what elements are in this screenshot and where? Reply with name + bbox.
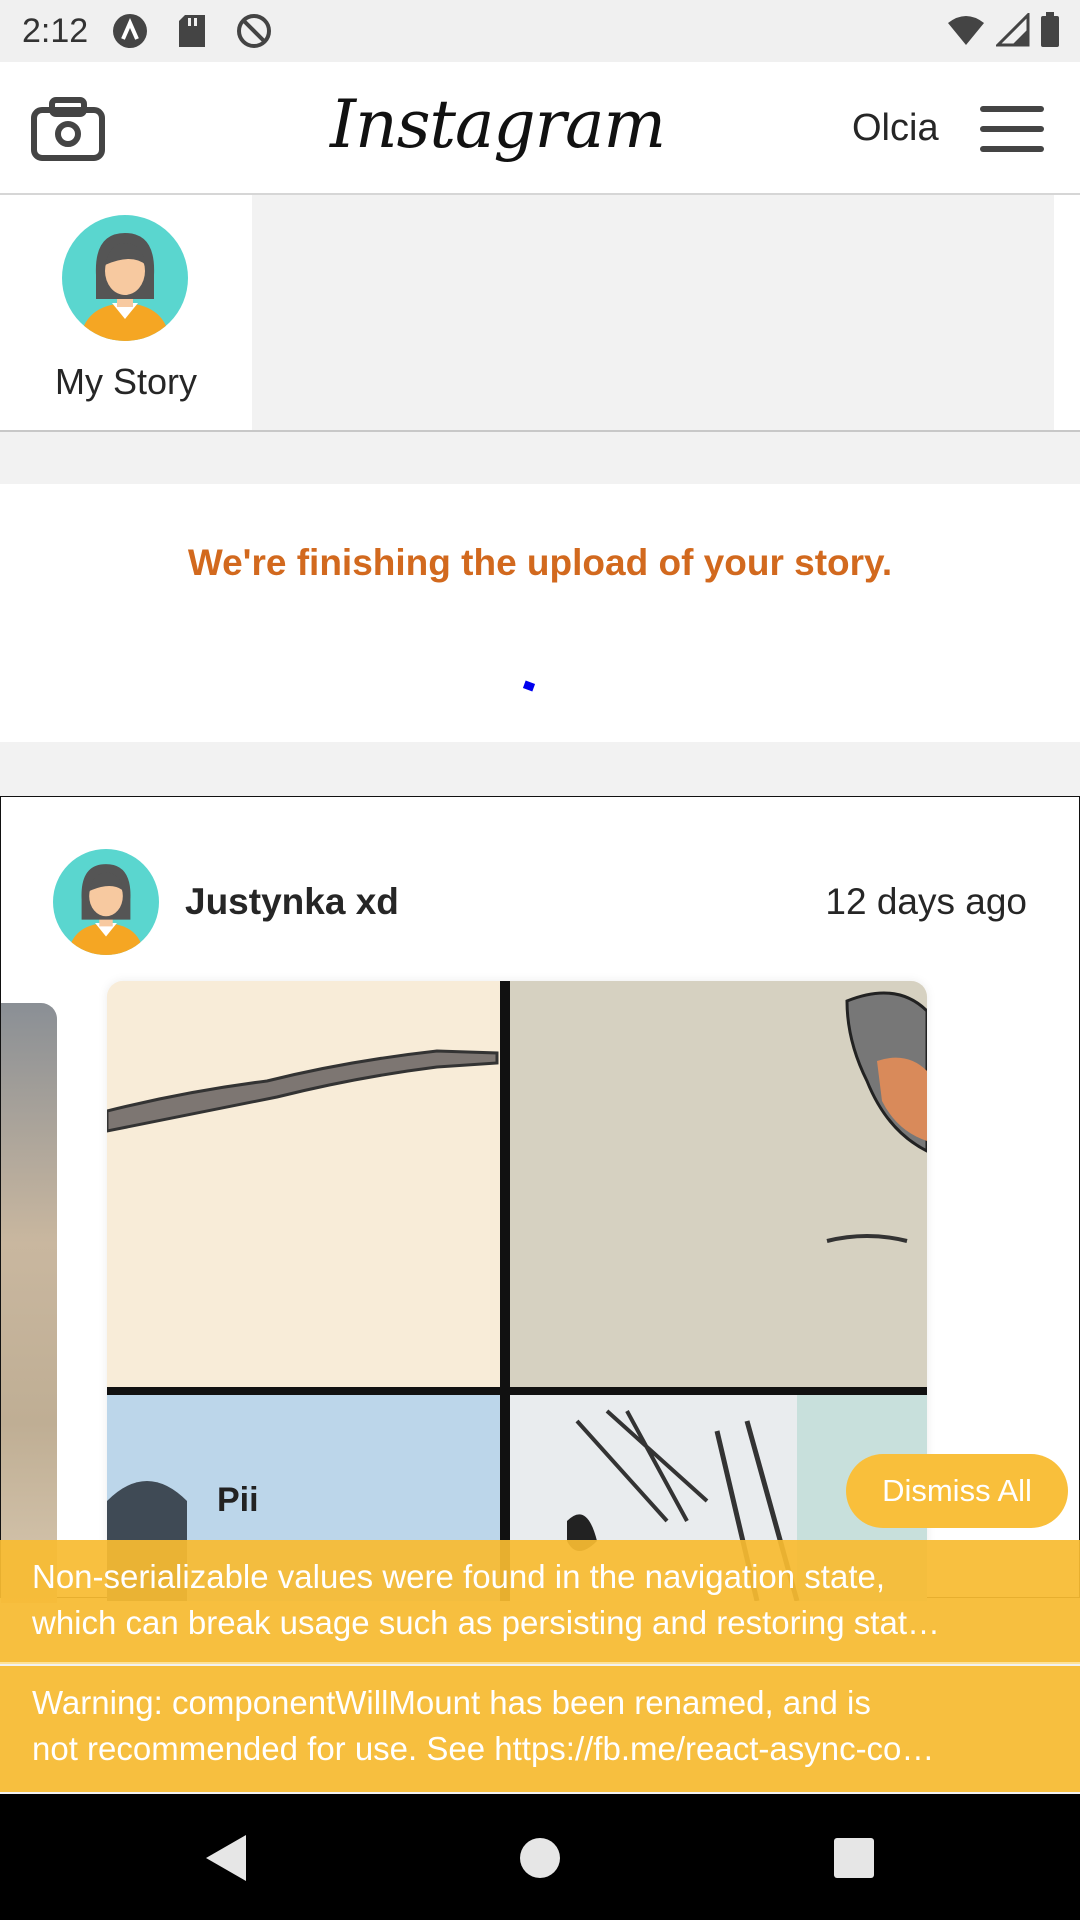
- camera-icon[interactable]: [30, 96, 106, 162]
- recents-icon[interactable]: [826, 1830, 882, 1886]
- previous-image-peek[interactable]: [1, 1003, 57, 1603]
- status-time: 2:12: [22, 11, 89, 50]
- warning-text-line: Non-serializable values were found in th…: [32, 1558, 886, 1595]
- post-image[interactable]: Pii: [107, 981, 927, 1601]
- instagram-logo: Instagram: [330, 86, 666, 163]
- app-header: Instagram Olcia: [0, 62, 1080, 195]
- wifi-icon: [946, 13, 986, 52]
- my-story-label: My Story: [54, 361, 197, 402]
- warning-banner[interactable]: Warning: componentWillMount has been ren…: [0, 1666, 1080, 1792]
- svg-text:Pii: Pii: [217, 1481, 259, 1519]
- a-logo-icon: [110, 11, 150, 51]
- system-navigation-bar: [0, 1794, 1080, 1920]
- current-username[interactable]: Olcia: [852, 107, 939, 150]
- warning-banner[interactable]: Non-serializable values were found in th…: [0, 1540, 1080, 1664]
- avatar: [62, 215, 188, 341]
- sd-card-icon: [172, 11, 212, 51]
- upload-message: We're finishing the upload of your story…: [187, 542, 893, 583]
- post-timestamp: 12 days ago: [825, 881, 1027, 922]
- post-author-name[interactable]: Justynka xd: [185, 881, 399, 923]
- hamburger-menu-icon[interactable]: [980, 106, 1044, 152]
- warning-text-line: Warning: componentWillMount has been ren…: [32, 1684, 871, 1721]
- warning-text-line: not recommended for use. See https://fb.…: [32, 1730, 935, 1767]
- my-story-item[interactable]: My Story: [0, 195, 252, 430]
- back-icon[interactable]: [198, 1830, 254, 1886]
- battery-icon: [1040, 12, 1060, 53]
- stories-list-area: [252, 195, 1054, 430]
- status-bar: 2:12: [0, 0, 1080, 62]
- home-icon[interactable]: [512, 1830, 568, 1886]
- no-sync-icon: [234, 11, 274, 51]
- loading-spinner: [522, 680, 536, 692]
- signal-icon: [994, 11, 1030, 52]
- warning-text-line: which can break usage such as persisting…: [32, 1604, 940, 1641]
- stories-bar: My Story: [0, 195, 1080, 432]
- upload-banner: We're finishing the upload of your story…: [0, 484, 1080, 742]
- dismiss-all-button[interactable]: Dismiss All: [846, 1454, 1068, 1528]
- post-author-avatar[interactable]: [53, 849, 159, 955]
